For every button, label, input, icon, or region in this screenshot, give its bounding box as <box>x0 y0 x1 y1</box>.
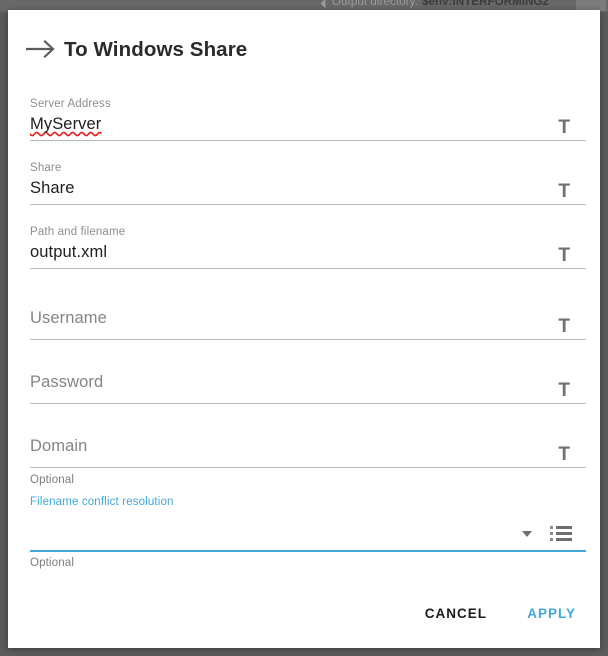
background-status-text: Output directory: $env:INTERFORMING2 <box>332 0 549 8</box>
dialog-header: To Windows Share <box>8 10 600 84</box>
text-format-icon[interactable]: T <box>558 317 570 336</box>
field-underline-username <box>30 339 586 340</box>
background-status-prefix: Output directory: <box>332 0 423 8</box>
field-underline-filename_conflict_resolution <box>30 550 586 552</box>
text-format-icon[interactable]: T <box>558 118 570 137</box>
field-label-path_and_filename: Path and filename <box>30 226 126 238</box>
field-underline-share <box>30 204 586 205</box>
windows-share-dialog: To Windows Share Server Address MyServer T… <box>8 10 600 648</box>
field-label-server_address: Server Address <box>30 98 111 110</box>
background-collapse-triangle-icon <box>320 0 326 9</box>
screen: Output directory: $env:INTERFORMING2 To … <box>0 0 608 656</box>
chevron-down-icon[interactable] <box>522 531 532 537</box>
field-value-path_and_filename[interactable]: output.xml <box>30 243 107 262</box>
field-label-filename_conflict_resolution: Filename conflict resolution <box>30 496 174 508</box>
text-format-icon[interactable]: T <box>558 246 570 265</box>
field-underline-path_and_filename <box>30 268 586 269</box>
field-hint-domain: Optional <box>30 474 75 486</box>
list-icon[interactable] <box>550 525 572 542</box>
arrow-right-icon[interactable] <box>24 38 58 60</box>
text-format-icon[interactable]: T <box>558 381 570 400</box>
field-placeholder-password[interactable]: Password <box>30 373 103 392</box>
text-format-icon[interactable]: T <box>558 445 570 464</box>
background-status-value: $env:INTERFORMING2 <box>422 0 550 8</box>
page-title: To Windows Share <box>64 38 248 61</box>
field-underline-server_address <box>30 140 586 141</box>
apply-button[interactable]: APPLY <box>519 600 584 627</box>
field-value-share[interactable]: Share <box>30 179 75 198</box>
field-underline-password <box>30 403 586 404</box>
cancel-button[interactable]: CANCEL <box>417 600 495 627</box>
text-format-icon[interactable]: T <box>558 182 570 201</box>
dialog-footer: CANCEL APPLY <box>8 586 600 648</box>
field-placeholder-domain[interactable]: Domain <box>30 437 87 456</box>
field-underline-domain <box>30 467 586 468</box>
field-placeholder-username[interactable]: Username <box>30 309 107 328</box>
field-label-share: Share <box>30 162 62 174</box>
field-hint-filename_conflict_resolution: Optional <box>30 557 75 569</box>
field-value-server_address[interactable]: MyServer <box>30 115 101 134</box>
